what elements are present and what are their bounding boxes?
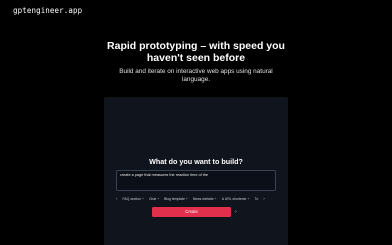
suggestion-chips: ‹ FAQ section + Chat + Blog template + N…: [116, 196, 278, 202]
arrow-right-icon[interactable]: ›: [235, 208, 237, 216]
chevron-left-icon[interactable]: ‹: [116, 196, 118, 202]
hero-title: Rapid prototyping – with speed you haven…: [107, 40, 285, 64]
suggestion-chip-faq[interactable]: FAQ section +: [123, 196, 144, 202]
suggestion-chip-to[interactable]: To: [255, 196, 259, 202]
chip-label: Chat: [148, 197, 157, 201]
plus-icon: +: [157, 197, 160, 201]
create-button[interactable]: Create: [152, 207, 231, 217]
chip-label: To: [254, 197, 259, 201]
chip-label: FAQ section: [122, 197, 141, 201]
chip-label: Blog template: [164, 197, 185, 201]
prompt-input[interactable]: create a page that measures the reaction…: [116, 170, 276, 191]
suggestion-chip-news[interactable]: News website +: [193, 196, 217, 202]
brand-logo-text[interactable]: gptengineer.app: [13, 6, 82, 15]
suggestion-chip-chat[interactable]: Chat +: [149, 196, 159, 202]
chip-label: A URL shortener: [221, 197, 247, 201]
builder-heading: What do you want to build?: [149, 157, 243, 166]
chevron-right-icon[interactable]: ›: [263, 196, 265, 202]
page: gptengineer.app Rapid prototyping – with…: [0, 0, 392, 245]
plus-icon: +: [214, 197, 217, 201]
hero-subtitle: Build and iterate on interactive web app…: [119, 68, 273, 83]
suggestion-chip-blog[interactable]: Blog template +: [164, 196, 188, 202]
chip-label: News website: [192, 197, 214, 201]
suggestion-chip-url[interactable]: A URL shortener +: [222, 196, 250, 202]
plus-icon: +: [247, 197, 250, 201]
plus-icon: +: [141, 197, 144, 201]
builder-panel: What do you want to build? create a page…: [104, 97, 288, 245]
plus-icon: +: [185, 197, 188, 201]
